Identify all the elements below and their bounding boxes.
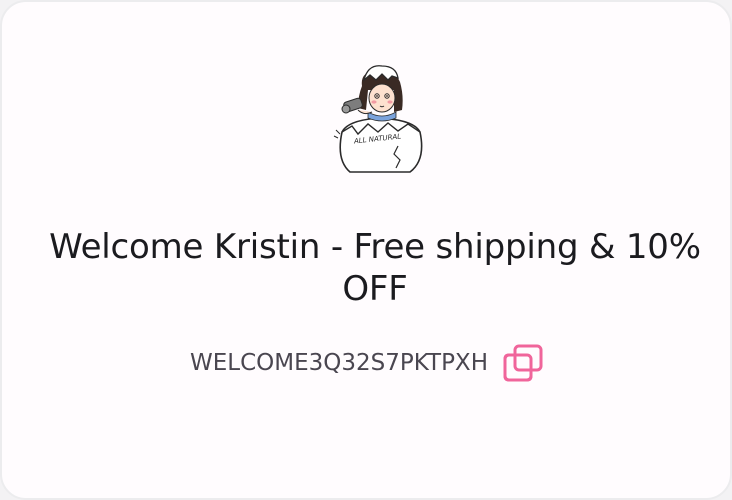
copy-icon (503, 344, 543, 382)
mascot-illustration-icon: ALL NATURAL (333, 65, 423, 173)
coupon-code[interactable]: WELCOME3Q32S7PKTPXH (190, 350, 488, 376)
copy-code-button[interactable] (500, 340, 546, 386)
welcome-card: ALL NATURAL Welcome Kristin - Free shipp… (0, 0, 732, 500)
welcome-title: Welcome Kristin - Free shipping & 10% OF… (49, 227, 701, 309)
coupon-code-row: WELCOME3Q32S7PKTPXH (2, 338, 732, 388)
